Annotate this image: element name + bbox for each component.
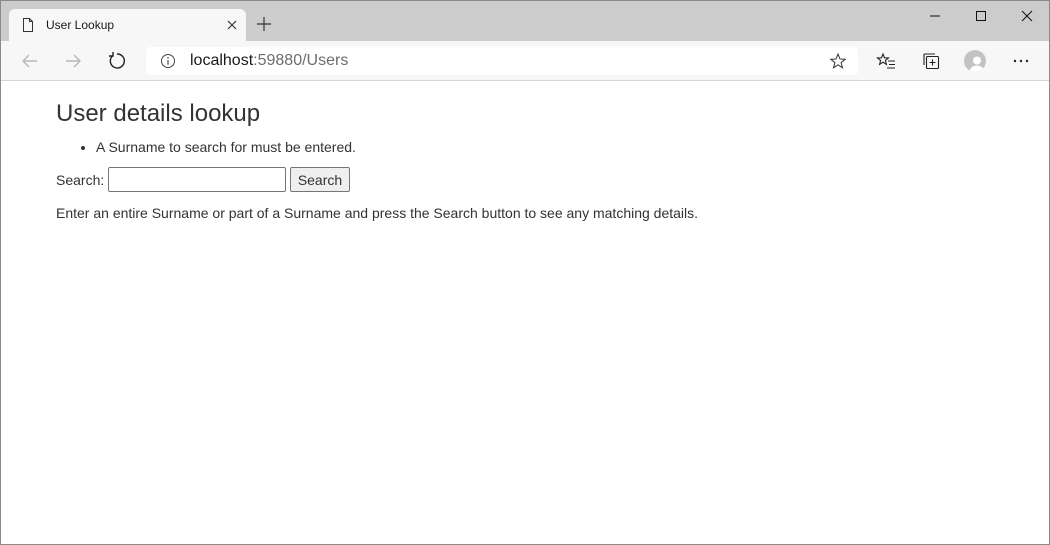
browser-toolbar: localhost:59880/Users	[1, 41, 1049, 81]
back-arrow-icon[interactable]	[18, 49, 42, 73]
help-text: Enter an entire Surname or part of a Sur…	[56, 205, 699, 221]
forward-arrow-icon[interactable]	[61, 49, 85, 73]
tab-strip: User Lookup	[1, 1, 1049, 41]
star-icon[interactable]	[829, 52, 847, 70]
page-icon	[20, 17, 36, 33]
collections-icon[interactable]	[919, 49, 943, 73]
minimize-icon[interactable]	[912, 1, 958, 31]
avatar	[964, 50, 986, 72]
more-icon[interactable]	[1009, 49, 1033, 73]
close-icon[interactable]	[225, 18, 239, 32]
window-close-icon[interactable]	[1004, 1, 1049, 31]
search-input[interactable]	[108, 167, 286, 192]
url-path: :59880/Users	[253, 52, 349, 69]
url-text[interactable]: localhost:59880/Users	[190, 52, 348, 70]
plus-icon[interactable]	[255, 15, 273, 33]
tab-title: User Lookup	[46, 18, 115, 32]
info-icon[interactable]	[159, 52, 177, 70]
url-host: localhost	[190, 52, 254, 69]
maximize-icon[interactable]	[958, 1, 1004, 31]
validation-error: A Surname to search for must be entered.	[96, 138, 356, 156]
profile-icon[interactable]	[963, 49, 987, 73]
reload-icon[interactable]	[105, 49, 129, 73]
search-form: Search: Search	[56, 167, 456, 193]
search-button[interactable]: Search	[290, 167, 350, 192]
page-title: User details lookup	[56, 100, 261, 127]
address-bar[interactable]: localhost:59880/Users	[146, 47, 858, 75]
tab-user-lookup[interactable]: User Lookup	[9, 9, 246, 41]
browser-window: User Lookup localhost:59880/Users User d…	[0, 0, 1050, 545]
favorites-icon[interactable]	[874, 49, 898, 73]
search-label: Search:	[56, 172, 105, 188]
validation-summary: A Surname to search for must be entered.	[56, 138, 356, 156]
